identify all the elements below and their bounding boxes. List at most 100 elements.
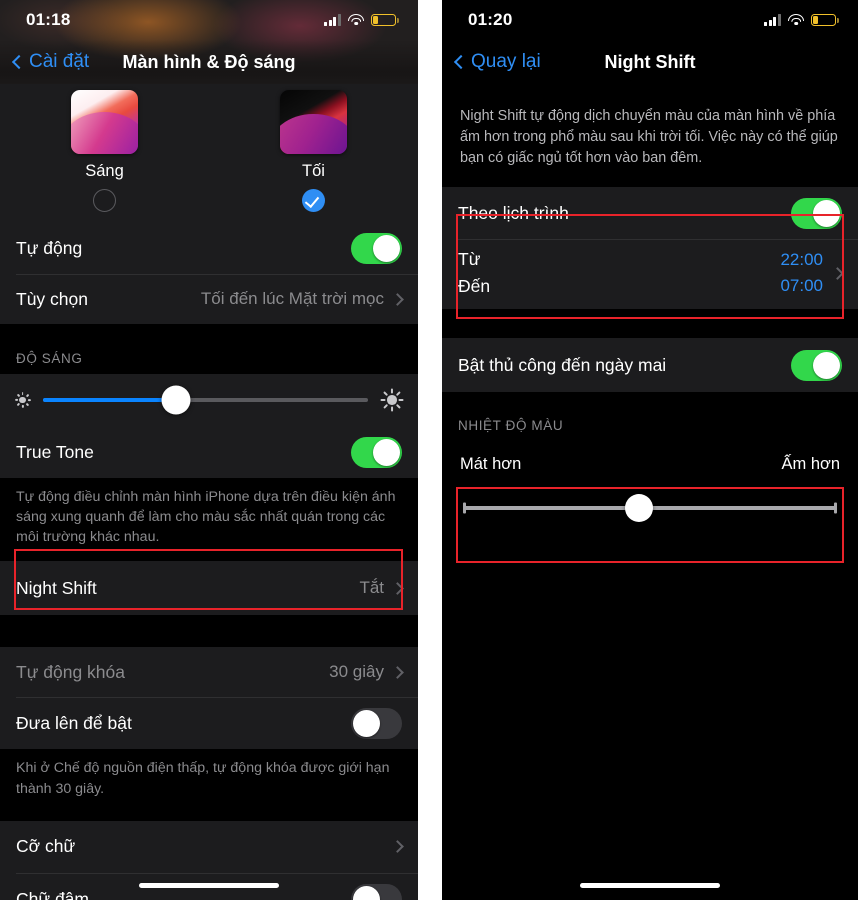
status-time: 01:18	[26, 10, 71, 29]
home-indicator	[580, 883, 720, 888]
cellular-signal-icon	[324, 14, 341, 26]
chevron-left-icon	[11, 54, 27, 70]
toggle-knob	[353, 709, 380, 737]
chevron-right-icon	[391, 840, 404, 854]
toggle-knob	[813, 351, 840, 379]
radio-light[interactable]	[93, 189, 116, 212]
appearance-group: Tự động Tùy chọn Tối đến lúc Mặt trời mọ…	[0, 222, 418, 324]
row-text-size[interactable]: Cỡ chữ	[0, 820, 418, 873]
row-options-right: Tối đến lúc Mặt trời mọc	[200, 289, 404, 309]
temperature-warmer-label: Ấm hơn	[781, 455, 840, 474]
toggle-raise-to-wake[interactable]	[351, 707, 402, 739]
chevron-right-icon	[831, 266, 844, 280]
left-status-bar: 01:18	[0, 0, 418, 40]
left-scroll-content: Sáng Tối Tự động Tùy chọn Tối đến lúc Mặ…	[0, 84, 418, 900]
spacer-block	[442, 309, 858, 339]
row-options-label: Tùy chọn	[16, 288, 88, 309]
cellular-signal-icon	[764, 14, 781, 26]
brightness-slider-thumb[interactable]	[161, 385, 191, 415]
right-phone-screen: 01:20 Quay lại Night Shift Night Shift t…	[442, 0, 858, 900]
row-manual-label: Bật thủ công đến ngày mai	[458, 354, 667, 375]
battery-icon	[811, 14, 839, 26]
row-bold-text-label: Chữ đậm	[16, 889, 89, 900]
auto-lock-group: Tự động khóa 30 giây Đưa lên để bật	[0, 647, 418, 750]
toggle-bold-text[interactable]	[351, 884, 402, 900]
brightness-slider-row[interactable]	[0, 374, 418, 426]
back-button-label: Quay lại	[471, 51, 541, 72]
spacer-block	[0, 324, 418, 351]
appearance-option-light[interactable]: Sáng	[0, 90, 209, 212]
row-auto-lock-label: Tự động khóa	[16, 661, 126, 682]
brightness-high-icon	[380, 388, 404, 412]
row-auto-label: Tự động	[16, 237, 83, 258]
night-shift-description: Night Shift tự động dịch chuyển màu của …	[460, 108, 838, 167]
manual-group: Bật thủ công đến ngày mai	[442, 338, 858, 393]
temperature-slider-track[interactable]	[464, 494, 836, 523]
wallpaper-thumbnail-dark	[280, 90, 347, 154]
toggle-knob	[373, 234, 400, 262]
toggle-manual-enable[interactable]	[791, 349, 842, 381]
schedule-time-values: 22:00 07:00	[780, 250, 823, 296]
appearance-option-dark[interactable]: Tối	[209, 90, 418, 212]
true-tone-note: Tự động điều chỉnh màn hình iPhone dựa t…	[16, 489, 396, 546]
true-tone-note-wrap: Tự động điều chỉnh màn hình iPhone dựa t…	[0, 478, 418, 562]
wifi-icon	[348, 14, 364, 26]
back-button-label: Cài đặt	[29, 51, 90, 72]
back-button-settings[interactable]: Cài đặt	[11, 51, 90, 73]
row-auto-appearance[interactable]: Tự động	[0, 222, 418, 274]
status-icons	[764, 14, 839, 26]
panel-divider	[418, 0, 442, 900]
status-icons	[324, 14, 399, 26]
row-appearance-options[interactable]: Tùy chọn Tối đến lúc Mặt trời mọc	[0, 274, 418, 324]
temperature-header-wrap: NHIỆT ĐỘ MÀU	[442, 418, 858, 442]
chevron-right-icon	[391, 582, 404, 595]
left-phone-screen: 01:18 Cài đặt Màn hình & Độ sáng Sáng Tố…	[0, 0, 418, 900]
radio-dark-selected[interactable]	[302, 189, 325, 212]
toggle-true-tone[interactable]	[351, 436, 402, 468]
row-schedule-times[interactable]: Từ Đến 22:00 07:00	[442, 239, 858, 310]
schedule-group: Theo lịch trình Từ Đến 22:00 07:00	[442, 187, 858, 310]
wallpaper-thumbnail-light	[71, 90, 138, 154]
row-scheduled[interactable]: Theo lịch trình	[442, 187, 858, 240]
back-button-previous[interactable]: Quay lại	[453, 51, 541, 73]
row-scheduled-label: Theo lịch trình	[458, 202, 569, 223]
row-auto-lock-right: 30 giây	[329, 662, 404, 682]
right-nav-bar: Quay lại Night Shift	[442, 40, 858, 84]
temperature-slider-box: Mát hơn Ấm hơn	[442, 441, 858, 543]
row-raise-to-wake[interactable]: Đưa lên để bật	[0, 697, 418, 750]
row-night-shift-right: Tắt	[359, 578, 404, 598]
schedule-to-label: Đến	[458, 276, 491, 297]
battery-icon	[371, 14, 399, 26]
row-manual-enable[interactable]: Bật thủ công đến ngày mai	[442, 338, 858, 393]
schedule-from-value: 22:00	[780, 250, 823, 270]
left-nav-bar: Cài đặt Màn hình & Độ sáng	[0, 40, 418, 84]
appearance-picker: Sáng Tối	[0, 84, 418, 222]
temperature-slider-thumb[interactable]	[624, 494, 653, 523]
row-options-value: Tối đến lúc Mặt trời mọc	[200, 289, 384, 308]
row-true-tone[interactable]: True Tone	[0, 426, 418, 478]
chevron-right-icon	[391, 666, 404, 679]
brightness-section-header-wrap: ĐỘ SÁNG	[0, 351, 418, 374]
temperature-labels: Mát hơn Ấm hơn	[460, 455, 840, 474]
auto-lock-note-wrap: Khi ở Chế độ nguồn điện thấp, tự động kh…	[0, 749, 418, 813]
toggle-scheduled[interactable]	[791, 197, 842, 229]
chevron-left-icon	[453, 54, 469, 70]
row-true-tone-label: True Tone	[16, 441, 94, 462]
spacer-block	[0, 812, 418, 821]
schedule-values: 22:00 07:00	[780, 250, 844, 296]
row-auto-lock[interactable]: Tự động khóa 30 giây	[0, 647, 418, 698]
brightness-section-header: ĐỘ SÁNG	[16, 351, 83, 366]
toggle-auto-appearance[interactable]	[351, 232, 402, 264]
appearance-dark-label: Tối	[302, 162, 325, 180]
schedule-to-value: 07:00	[780, 276, 823, 296]
right-status-bar: 01:20	[442, 0, 858, 40]
row-night-shift[interactable]: Night Shift Tắt	[0, 561, 418, 616]
temperature-slider-row[interactable]	[460, 494, 840, 523]
brightness-low-icon	[14, 392, 31, 409]
brightness-slider[interactable]	[43, 385, 368, 415]
temperature-section-header: NHIỆT ĐỘ MÀU	[458, 418, 564, 434]
row-night-shift-label: Night Shift	[16, 577, 97, 598]
schedule-labels: Từ Đến	[458, 249, 490, 297]
text-group: Cỡ chữ Chữ đậm	[0, 820, 418, 900]
row-night-shift-value: Tắt	[359, 578, 384, 598]
